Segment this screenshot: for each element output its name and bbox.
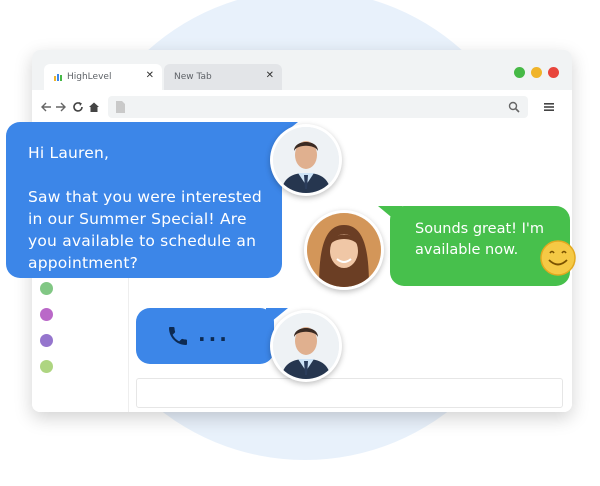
page-icon <box>116 101 125 113</box>
agent-portrait <box>273 313 339 379</box>
tab-label: New Tab <box>174 72 212 82</box>
agent-avatar <box>270 310 342 382</box>
phone-icon <box>169 327 187 345</box>
highlevel-logo-icon <box>54 74 62 81</box>
tab-new-tab[interactable]: New Tab ✕ <box>164 64 282 90</box>
bubble-tail <box>378 206 402 226</box>
message-compose-box[interactable] <box>136 378 563 408</box>
menu-icon[interactable] <box>544 102 554 112</box>
avatar <box>40 308 53 321</box>
list-item[interactable] <box>38 304 126 328</box>
maximize-button[interactable] <box>514 67 525 78</box>
browser-toolbar <box>32 90 572 125</box>
tab-label: HighLevel <box>67 72 112 82</box>
tab-highlevel[interactable]: HighLevel ✕ <box>44 64 162 90</box>
list-item[interactable] <box>38 278 126 302</box>
incoming-message-text: Hi Lauren, Saw that you were interested … <box>28 144 262 272</box>
minimize-button[interactable] <box>531 67 542 78</box>
avatar <box>40 282 53 295</box>
call-bubble: ... <box>136 308 288 364</box>
close-tab-icon[interactable]: ✕ <box>146 70 154 81</box>
customer-avatar <box>304 210 384 290</box>
avatar <box>40 360 53 373</box>
avatar <box>40 334 53 347</box>
agent-avatar <box>270 124 342 196</box>
incoming-message-bubble: Hi Lauren, Saw that you were interested … <box>6 122 298 278</box>
close-tab-icon[interactable]: ✕ <box>266 70 274 81</box>
close-window-button[interactable] <box>548 67 559 78</box>
home-icon[interactable] <box>88 101 100 113</box>
address-bar[interactable] <box>108 96 528 118</box>
smiley-emoji-icon <box>540 240 576 276</box>
agent-portrait <box>273 127 339 193</box>
forward-arrow-icon[interactable] <box>55 101 67 113</box>
tab-bar: HighLevel ✕ New Tab ✕ <box>32 50 572 90</box>
search-icon[interactable] <box>508 101 520 113</box>
reload-icon[interactable] <box>72 101 84 113</box>
list-item[interactable] <box>38 330 126 354</box>
customer-portrait <box>307 213 381 287</box>
back-arrow-icon[interactable] <box>40 101 52 113</box>
list-item[interactable] <box>38 356 126 380</box>
call-dots: ... <box>198 322 230 346</box>
